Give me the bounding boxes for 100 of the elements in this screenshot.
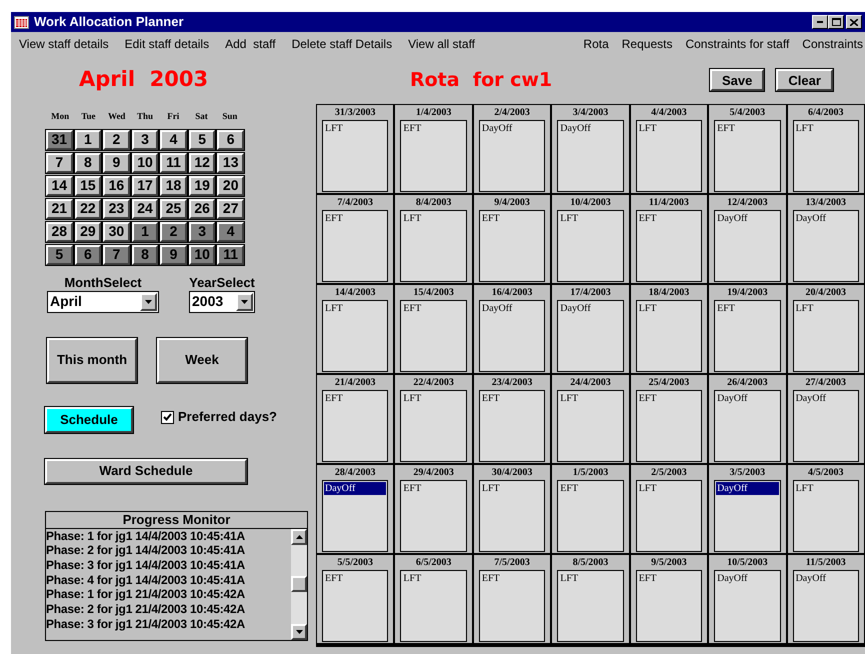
shift-entry[interactable]: LFT [324, 122, 386, 135]
shift-list[interactable]: LFT [557, 570, 624, 642]
shift-list[interactable]: DayOff [322, 480, 388, 552]
shift-list[interactable]: EFT [478, 210, 546, 282]
maximize-button[interactable] [828, 15, 844, 29]
shift-list[interactable]: EFT [400, 120, 467, 192]
shift-entry[interactable]: EFT [638, 212, 700, 225]
shift-entry[interactable]: EFT [402, 482, 465, 495]
calendar-day[interactable]: 6 [217, 130, 244, 150]
shift-list[interactable]: LFT [400, 390, 467, 462]
calendar-day[interactable]: 5 [188, 130, 216, 150]
shift-entry[interactable]: EFT [716, 302, 779, 315]
calendar-day[interactable]: 11 [217, 244, 244, 264]
calendar-day[interactable]: 25 [160, 198, 187, 218]
calendar-day[interactable]: 14 [46, 176, 73, 196]
shift-list[interactable]: LFT [636, 120, 702, 192]
close-button[interactable] [846, 15, 862, 29]
shift-list[interactable]: DayOff [792, 210, 859, 282]
shift-list[interactable]: LFT [400, 570, 467, 642]
shift-list[interactable]: DayOff [557, 300, 624, 372]
shift-entry[interactable]: LFT [794, 122, 857, 135]
calendar-day[interactable]: 21 [46, 198, 73, 218]
shift-entry[interactable]: DayOff [559, 302, 622, 315]
shift-list[interactable]: LFT [636, 300, 702, 372]
calendar-day[interactable]: 4 [160, 130, 187, 150]
menu-item[interactable]: Edit staff details [124, 35, 210, 53]
shift-list[interactable]: LFT [557, 390, 624, 462]
shift-entry[interactable]: LFT [638, 482, 700, 495]
menu-item[interactable]: Requests [622, 35, 672, 53]
shift-entry[interactable]: DayOff [324, 482, 386, 495]
shift-list[interactable]: EFT [322, 390, 388, 462]
shift-list[interactable]: DayOff [714, 390, 781, 462]
calendar-day[interactable]: 6 [74, 244, 102, 264]
calendar-day[interactable]: 9 [160, 244, 187, 264]
calendar-day[interactable]: 3 [188, 222, 216, 242]
shift-list[interactable]: DayOff [714, 570, 781, 642]
shift-entry[interactable]: DayOff [716, 392, 779, 405]
menu-item[interactable]: View all staff [408, 35, 476, 53]
shift-list[interactable]: EFT [557, 480, 624, 552]
calendar-day[interactable]: 7 [103, 244, 130, 264]
shift-entry[interactable]: DayOff [794, 572, 857, 585]
shift-entry[interactable]: DayOff [716, 482, 779, 495]
ward-schedule-button[interactable]: Ward Schedule [45, 458, 247, 484]
calendar-day[interactable]: 31 [46, 130, 73, 150]
calendar-day[interactable]: 22 [74, 198, 102, 218]
shift-entry[interactable]: LFT [480, 482, 544, 495]
preferred-days-checkbox[interactable] [161, 410, 174, 424]
save-button[interactable]: Save [710, 69, 764, 91]
shift-entry[interactable]: LFT [638, 302, 700, 315]
shift-entry[interactable]: DayOff [794, 392, 857, 405]
shift-entry[interactable]: EFT [638, 572, 700, 585]
shift-list[interactable]: LFT [400, 210, 467, 282]
calendar-day[interactable]: 19 [188, 176, 216, 196]
calendar-day[interactable]: 17 [132, 176, 158, 196]
calendar-day[interactable]: 13 [217, 152, 244, 172]
shift-list[interactable]: DayOff [792, 390, 859, 462]
shift-entry[interactable]: LFT [559, 392, 622, 405]
calendar-day[interactable]: 2 [160, 222, 187, 242]
week-button[interactable]: Week [157, 338, 247, 382]
calendar-day[interactable]: 8 [132, 244, 158, 264]
shift-entry[interactable]: DayOff [559, 122, 622, 135]
calendar-day[interactable]: 2 [103, 130, 130, 150]
shift-entry[interactable]: LFT [794, 482, 857, 495]
year-select[interactable]: 2003 [189, 290, 255, 312]
calendar-day[interactable]: 15 [74, 176, 102, 196]
shift-list[interactable]: LFT [792, 480, 859, 552]
shift-entry[interactable]: LFT [559, 572, 622, 585]
shift-entry[interactable]: LFT [402, 392, 465, 405]
shift-entry[interactable]: EFT [480, 572, 544, 585]
shift-entry[interactable]: LFT [559, 212, 622, 225]
menu-item[interactable]: Constraints [802, 35, 863, 53]
calendar-day[interactable]: 5 [46, 244, 73, 264]
shift-list[interactable]: EFT [322, 570, 388, 642]
calendar-day[interactable]: 10 [132, 152, 158, 172]
shift-entry[interactable]: LFT [794, 302, 857, 315]
shift-entry[interactable]: LFT [402, 572, 465, 585]
shift-list[interactable]: EFT [400, 480, 467, 552]
calendar-day[interactable]: 12 [188, 152, 216, 172]
shift-entry[interactable]: LFT [402, 212, 465, 225]
shift-entry[interactable]: EFT [716, 122, 779, 135]
calendar-day[interactable]: 20 [217, 176, 244, 196]
scrollbar[interactable] [291, 528, 307, 640]
calendar-day[interactable]: 4 [217, 222, 244, 242]
shift-entry[interactable]: DayOff [794, 212, 857, 225]
calendar-day[interactable]: 7 [46, 152, 73, 172]
shift-list[interactable]: LFT [322, 120, 388, 192]
shift-list[interactable]: DayOff [478, 120, 546, 192]
this-month-button[interactable]: This month [47, 338, 137, 382]
shift-list[interactable]: LFT [792, 300, 859, 372]
calendar-day[interactable]: 3 [132, 130, 158, 150]
shift-list[interactable]: DayOff [714, 480, 781, 552]
shift-entry[interactable]: EFT [402, 122, 465, 135]
scroll-thumb[interactable] [291, 576, 307, 592]
shift-entry[interactable]: EFT [480, 212, 544, 225]
calendar-day[interactable]: 1 [132, 222, 158, 242]
calendar-day[interactable]: 30 [103, 222, 130, 242]
minimize-button[interactable] [812, 15, 828, 29]
shift-entry[interactable]: EFT [324, 212, 386, 225]
shift-list[interactable]: EFT [478, 570, 546, 642]
calendar-day[interactable]: 10 [188, 244, 216, 264]
